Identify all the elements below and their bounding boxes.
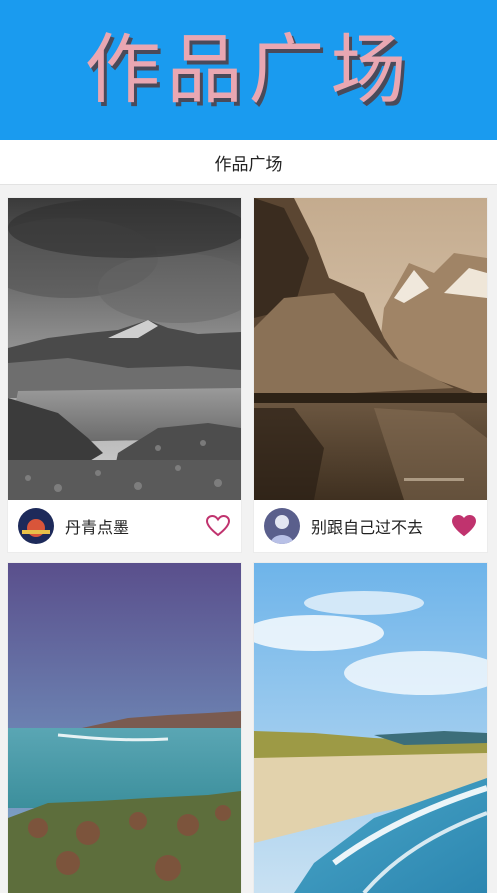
work-card[interactable]: 丹青点墨 (8, 198, 241, 552)
author-name[interactable]: 别跟自己过不去 (311, 514, 451, 538)
app-banner: 作品广场 (0, 0, 497, 140)
work-card[interactable] (254, 563, 487, 893)
like-heart-icon[interactable] (205, 514, 231, 538)
artwork-image[interactable] (254, 563, 487, 893)
card-footer: 别跟自己过不去 (254, 500, 487, 552)
artwork-image[interactable] (8, 563, 241, 893)
artwork-image[interactable] (254, 198, 487, 500)
liked-heart-icon[interactable] (451, 514, 477, 538)
card-footer: 丹青点墨 (8, 500, 241, 552)
page-header: 作品广场 (0, 140, 497, 185)
work-card[interactable]: 别跟自己过不去 (254, 198, 487, 552)
author-name[interactable]: 丹青点墨 (65, 514, 205, 538)
work-card[interactable] (8, 563, 241, 893)
avatar[interactable] (18, 508, 54, 544)
artwork-image[interactable] (8, 198, 241, 500)
avatar[interactable] (264, 508, 300, 544)
page-title: 作品广场 (214, 154, 283, 175)
banner-title: 作品广场 (84, 25, 413, 114)
